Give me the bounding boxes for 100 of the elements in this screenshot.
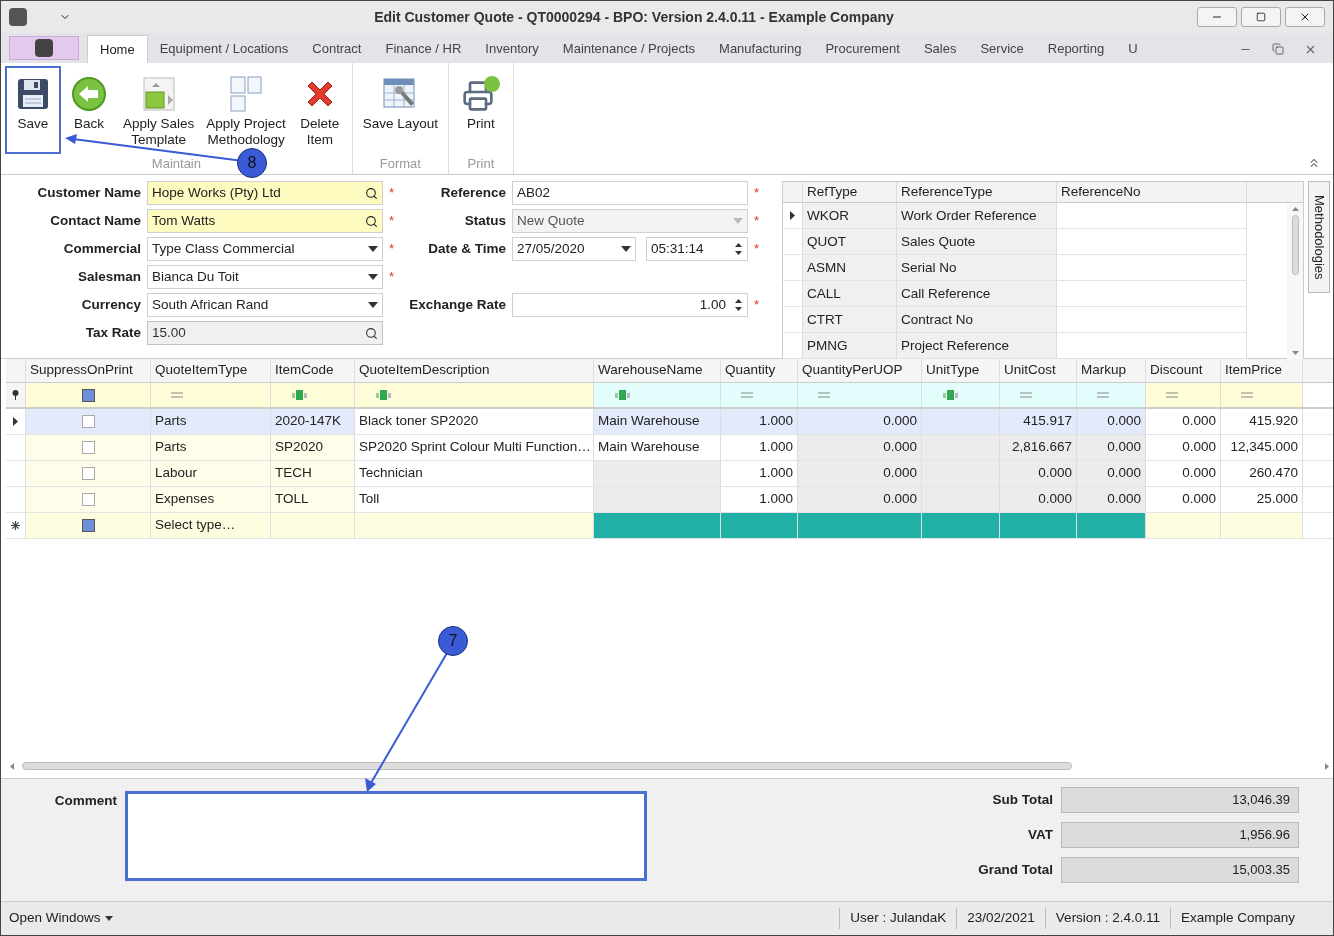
dropdown-caret-icon[interactable]: [368, 274, 378, 280]
ribbon-tab[interactable]: Inventory: [473, 35, 551, 63]
ribbon-tab[interactable]: U: [1116, 35, 1150, 63]
side-tab[interactable]: Methodologies: [1308, 181, 1330, 293]
caret-icon[interactable]: [104, 916, 113, 921]
ribbon-tab[interactable]: Sales: [911, 35, 969, 63]
maximize-button[interactable]: [1241, 7, 1281, 27]
column-header[interactable]: ReferenceType: [897, 182, 1057, 203]
ribbon-tab[interactable]: Procurement: [813, 35, 912, 63]
scroll-down-icon[interactable]: [1291, 351, 1299, 356]
ribbon-tab[interactable]: Maintenance / Projects: [550, 35, 708, 63]
filter-cell[interactable]: [1077, 383, 1146, 407]
vertical-scrollbar[interactable]: [1287, 203, 1303, 360]
checkbox[interactable]: [81, 493, 95, 506]
dropdown-caret-icon[interactable]: [368, 246, 378, 252]
scroll-left-icon[interactable]: [10, 762, 14, 770]
filter-cell[interactable]: [1146, 383, 1221, 407]
equals-icon[interactable]: [1241, 392, 1253, 398]
lookup-field[interactable]: Hope Works (Pty) Ltd: [147, 181, 383, 205]
application-menu-button[interactable]: [9, 36, 79, 60]
column-header[interactable]: RefType: [803, 182, 897, 203]
column-header[interactable]: QuoteItemType: [151, 359, 271, 382]
checkbox[interactable]: [81, 415, 95, 428]
checkbox[interactable]: [81, 519, 95, 532]
text-filter-icon[interactable]: [375, 390, 393, 400]
number-field[interactable]: 1.00: [512, 293, 748, 317]
column-header[interactable]: WarehouseName: [594, 359, 721, 382]
comment-field[interactable]: [125, 791, 647, 881]
ribbon-button[interactable]: Apply Sales Template: [117, 66, 201, 154]
lookup-field[interactable]: Tom Watts: [147, 209, 383, 233]
filter-cell[interactable]: [922, 383, 1000, 407]
column-header[interactable]: Markup: [1077, 359, 1146, 382]
column-header[interactable]: UnitCost: [1000, 359, 1077, 382]
filter-cell[interactable]: [271, 383, 355, 407]
column-header[interactable]: QuantityPerUOP: [798, 359, 922, 382]
filter-cell[interactable]: [721, 383, 798, 407]
column-header[interactable]: ReferenceNo: [1057, 182, 1247, 203]
checkbox-icon[interactable]: [81, 388, 95, 402]
column-header[interactable]: ItemPrice: [1221, 359, 1303, 382]
dropdown-field[interactable]: Bianca Du Toit: [147, 265, 383, 289]
ribbon-tab[interactable]: Finance / HR: [373, 35, 474, 63]
dropdown-field[interactable]: South African Rand: [147, 293, 383, 317]
filter-cell[interactable]: [355, 383, 594, 407]
ribbon-tab[interactable]: Home: [87, 35, 148, 63]
ribbon-button[interactable]: Save: [5, 66, 61, 154]
text-filter-icon[interactable]: [291, 390, 309, 400]
ribbon-button[interactable]: Print: [452, 66, 509, 154]
filter-cell[interactable]: [26, 383, 151, 407]
dropdown-caret-icon[interactable]: [621, 246, 631, 252]
collapse-ribbon-icon[interactable]: [1307, 156, 1321, 170]
ribbon-button[interactable]: Delete Item: [291, 66, 348, 154]
text-filter-icon[interactable]: [942, 390, 960, 400]
column-header[interactable]: ItemCode: [271, 359, 355, 382]
minimize-button[interactable]: [1197, 7, 1237, 27]
equals-icon[interactable]: [818, 392, 830, 398]
ribbon-tab[interactable]: Contract: [300, 35, 374, 63]
spin-arrows-icon[interactable]: [734, 241, 743, 257]
filter-cell[interactable]: [151, 383, 271, 407]
ribbon-button[interactable]: Back: [61, 66, 117, 154]
scroll-right-icon[interactable]: [1325, 762, 1329, 770]
ribbon-tab[interactable]: Equipment / Locations: [147, 35, 301, 63]
equals-icon[interactable]: [1020, 392, 1032, 398]
checkbox[interactable]: [81, 441, 95, 454]
date-field[interactable]: 27/05/2020: [512, 237, 636, 261]
filter-cell[interactable]: [798, 383, 922, 407]
close-button[interactable]: [1285, 7, 1325, 27]
text-field[interactable]: AB02: [512, 181, 748, 205]
filter-cell[interactable]: [1221, 383, 1303, 407]
restore-icon[interactable]: [1272, 43, 1284, 55]
filter-cell[interactable]: [594, 383, 721, 407]
current-row-icon[interactable]: [790, 211, 795, 221]
column-header[interactable]: UnitType: [922, 359, 1000, 382]
column-header[interactable]: QuoteItemDescription: [355, 359, 594, 382]
current-row-icon[interactable]: [13, 417, 18, 426]
column-header[interactable]: SuppressOnPrint: [26, 359, 151, 382]
column-header[interactable]: Discount: [1146, 359, 1221, 382]
scroll-thumb[interactable]: [1291, 215, 1299, 276]
equals-icon[interactable]: [171, 392, 183, 398]
ribbon-tab[interactable]: Service: [968, 35, 1036, 63]
equals-icon[interactable]: [1097, 392, 1109, 398]
time-field[interactable]: 05:31:14: [646, 237, 748, 261]
equals-icon[interactable]: [741, 392, 753, 398]
dropdown-caret-icon[interactable]: [368, 302, 378, 308]
filter-cell[interactable]: [1000, 383, 1077, 407]
ribbon-tab[interactable]: Reporting: [1035, 35, 1117, 63]
search-icon[interactable]: [365, 326, 378, 340]
spin-arrows-icon[interactable]: [734, 297, 743, 313]
text-filter-icon[interactable]: [614, 390, 632, 400]
equals-icon[interactable]: [1166, 392, 1178, 398]
open-windows-menu[interactable]: Open Windows: [9, 908, 113, 929]
lookup-field[interactable]: 15.00: [147, 321, 383, 345]
scroll-thumb[interactable]: [22, 762, 1072, 770]
search-icon[interactable]: [365, 214, 378, 228]
scroll-up-icon[interactable]: [1291, 207, 1299, 212]
ribbon-tab[interactable]: Manufacturing: [707, 35, 814, 63]
column-header[interactable]: Quantity: [721, 359, 798, 382]
ribbon-button[interactable]: Save Layout: [356, 66, 444, 154]
checkbox[interactable]: [81, 467, 95, 480]
dropdown-field[interactable]: Type Class Commercial: [147, 237, 383, 261]
search-icon[interactable]: [365, 186, 378, 200]
